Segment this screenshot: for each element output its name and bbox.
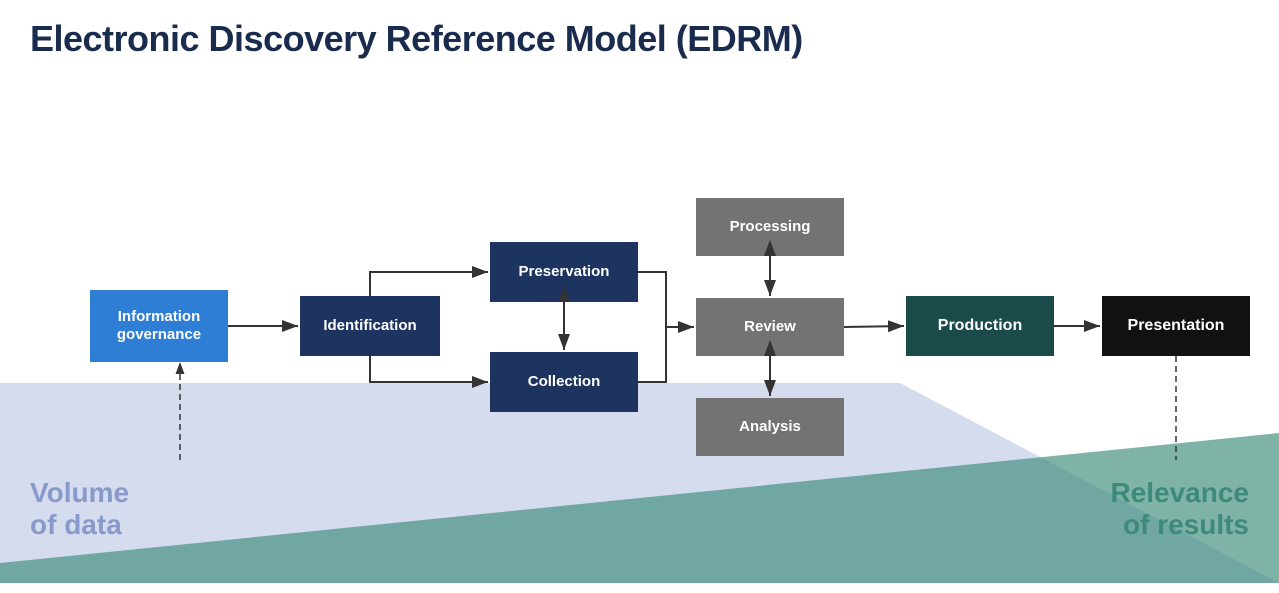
box-analysis: Analysis — [696, 398, 844, 456]
box-processing: Processing — [696, 198, 844, 256]
diagram-area: Information governance Identification Pr… — [30, 80, 1249, 460]
box-presentation: Presentation — [1102, 296, 1250, 356]
label-volume: Volumeof data — [30, 477, 129, 541]
arrows-overlay — [30, 80, 1249, 460]
box-preservation: Preservation — [490, 242, 638, 302]
box-review: Review — [696, 298, 844, 356]
main-container: Electronic Discovery Reference Model (ED… — [0, 0, 1279, 593]
box-production: Production — [906, 296, 1054, 356]
box-info-governance: Information governance — [90, 290, 228, 362]
box-collection: Collection — [490, 352, 638, 412]
label-relevance: Relevanceof results — [1110, 477, 1249, 541]
page-title: Electronic Discovery Reference Model (ED… — [30, 18, 1249, 60]
box-identification: Identification — [300, 296, 440, 356]
